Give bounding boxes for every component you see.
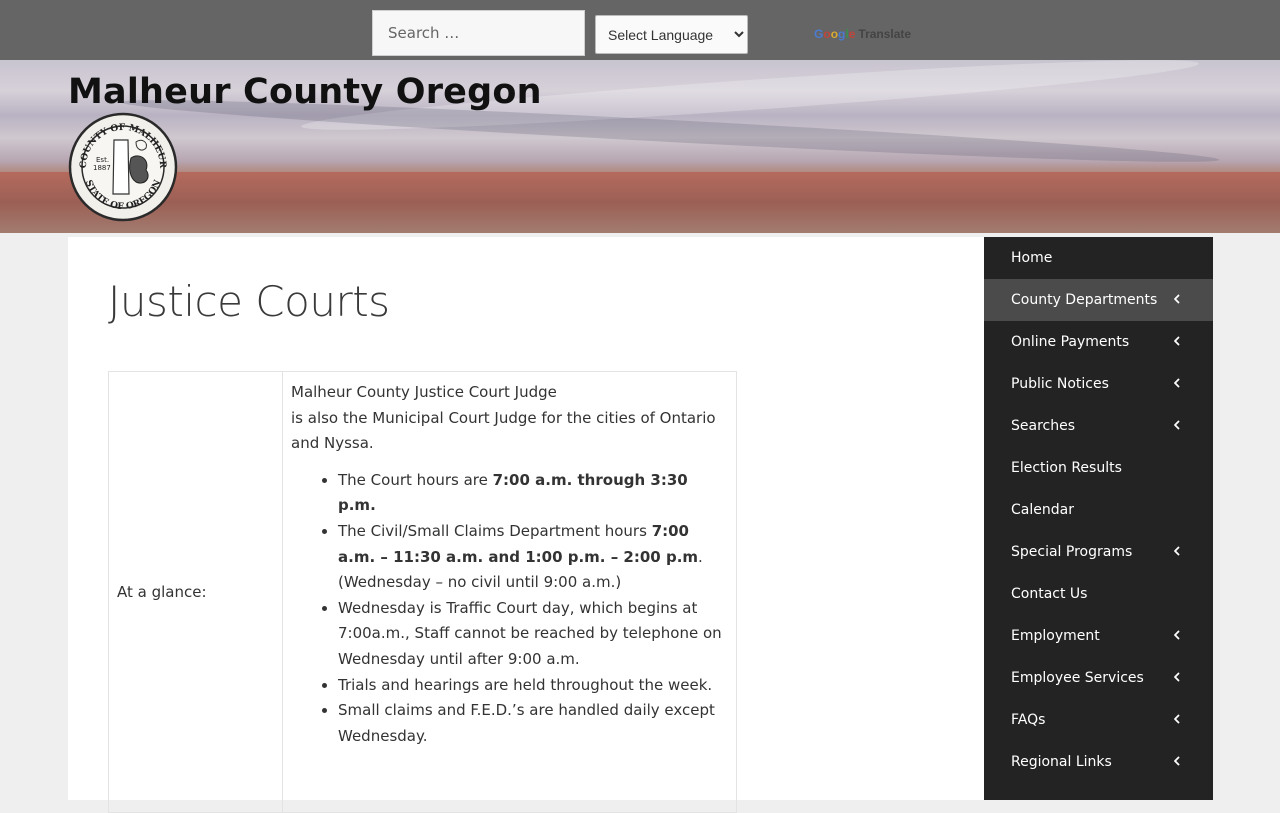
page-title: Justice Courts [108,277,390,326]
sidebar-item-special-programs[interactable]: Special Programs [984,531,1213,573]
sidebar-item-label: Searches [1011,418,1076,434]
chevron-left-icon[interactable] [1170,418,1184,432]
info-list-item: The Court hours are 7:00 a.m. through 3:… [338,468,728,519]
sidebar-item-home[interactable]: Home [984,237,1213,279]
sidebar-item-label: Special Programs [1011,544,1133,560]
google-translate-link[interactable]: Google Translate [814,27,911,41]
site-title[interactable]: Malheur County Oregon [68,72,542,112]
intro-line-2: is also the Municipal Court Judge for th… [291,408,716,453]
sidebar-item-employee-services[interactable]: Employee Services [984,657,1213,699]
google-logo: Google [814,27,856,41]
list-item-text: Wednesday is Traffic Court day, which be… [338,598,722,668]
sidebar-item-label: Employment [1011,628,1100,644]
sidebar-item-faqs[interactable]: FAQs [984,699,1213,741]
chevron-left-icon[interactable] [1170,334,1184,348]
sidebar-nav: Home County Departments Online Payments Pub… [984,237,1213,800]
search-input[interactable] [372,10,585,56]
chevron-left-icon[interactable] [1170,628,1184,642]
banner-landscape [0,172,1280,233]
info-list-item: The Civil/Small Claims Department hours … [338,519,728,596]
chevron-left-icon[interactable] [1170,376,1184,390]
table-label-cell: At a glance: [108,371,283,813]
sidebar-item-label: Home [1011,250,1053,266]
sidebar-item-label: Employee Services [1011,670,1144,686]
translate-label: Translate [858,27,912,41]
sidebar-item-label: Contact Us [1011,586,1088,602]
sidebar-item-election-results[interactable]: Election Results [984,447,1213,489]
info-table: At a glance: Malheur County Justice Cour… [108,371,737,813]
info-list: The Court hours are 7:00 a.m. through 3:… [291,468,728,750]
sidebar-item-label: FAQs [1011,712,1046,728]
sidebar-item-calendar[interactable]: Calendar [984,489,1213,531]
chevron-left-icon[interactable] [1170,544,1184,558]
sidebar-item-label: Calendar [1011,502,1074,518]
sidebar-item-employment[interactable]: Employment [984,615,1213,657]
sidebar-item-label: Public Notices [1011,376,1109,392]
info-list-item: Trials and hearings are held throughout … [338,673,728,699]
svg-text:Est.: Est. [96,156,109,164]
chevron-left-icon[interactable] [1170,712,1184,726]
sidebar-item-county-departments[interactable]: County Departments [984,279,1213,321]
list-item-text: The Civil/Small Claims Department hours [338,521,652,540]
sidebar-item-contact-us[interactable]: Contact Us [984,573,1213,615]
chevron-left-icon[interactable] [1170,292,1184,306]
sidebar-item-online-payments[interactable]: Online Payments [984,321,1213,363]
sidebar-item-public-notices[interactable]: Public Notices [984,363,1213,405]
main-content: Justice Courts At a glance: Malheur Coun… [68,237,984,813]
list-item-text: The Court hours are [338,470,493,489]
list-item-text: Trials and hearings are held throughout … [338,675,713,694]
sidebar-item-label: Online Payments [1011,334,1130,350]
sidebar-item-label: Regional Links [1011,754,1112,770]
intro-text: Malheur County Justice Court Judge is al… [291,380,728,457]
table-description-cell: Malheur County Justice Court Judge is al… [282,371,737,813]
language-select[interactable]: Select Language [595,15,748,54]
list-item-text: Small claims and F.E.D.’s are handled da… [338,701,715,745]
county-seal-logo[interactable]: COUNTY OF MALHEUR STATE OF OREGON Est. 1… [68,112,178,222]
table-row: At a glance: Malheur County Justice Cour… [108,371,737,813]
chevron-left-icon[interactable] [1170,754,1184,768]
info-list-item: Small claims and F.E.D.’s are handled da… [338,698,728,749]
sidebar-item-label: Election Results [1011,460,1122,476]
svg-text:1887: 1887 [93,164,111,172]
sidebar-item-regional-links[interactable]: Regional Links [984,741,1213,783]
sidebar-item-searches[interactable]: Searches [984,405,1213,447]
top-bar: Select Language GoogleTranslate [0,0,1280,60]
chevron-left-icon[interactable] [1170,670,1184,684]
intro-line-1: Malheur County Justice Court Judge [291,383,557,401]
sidebar-item-label: County Departments [1011,292,1158,308]
info-list-item: Wednesday is Traffic Court day, which be… [338,596,728,673]
